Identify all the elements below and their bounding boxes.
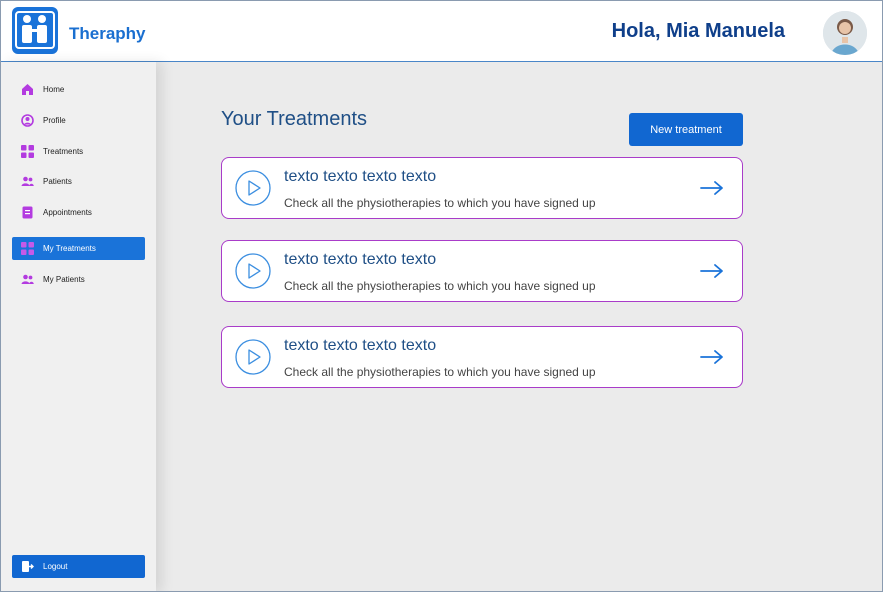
- logo-icon[interactable]: [12, 7, 58, 54]
- logout-icon: [21, 560, 34, 573]
- sidebar-item-label: Profile: [43, 116, 66, 125]
- users-icon: [21, 175, 34, 188]
- sidebar-item-label: Home: [43, 85, 65, 94]
- new-treatment-button[interactable]: New treatment: [629, 113, 743, 146]
- logout-label: Logout: [43, 562, 68, 571]
- sidebar-item-label: Patients: [43, 177, 72, 186]
- top-header: Theraphy Hola, Mia Manuela: [1, 1, 882, 62]
- sidebar-item-appointments[interactable]: Appointments: [12, 201, 145, 224]
- grid-icon: [21, 242, 34, 255]
- play-icon[interactable]: [235, 170, 271, 211]
- treatment-title: texto texto texto texto: [284, 251, 437, 268]
- brand-name: Theraphy: [69, 24, 146, 43]
- app-window: Theraphy Hola, Mia Manuela Home Profile: [0, 0, 883, 592]
- arrow-right-icon[interactable]: [700, 349, 724, 370]
- treatment-card[interactable]: texto texto texto texto Check all the ph…: [221, 326, 743, 388]
- sidebar-item-my-patients[interactable]: My Patients: [12, 268, 145, 291]
- avatar[interactable]: [823, 11, 867, 55]
- treatment-card[interactable]: texto texto texto texto Check all the ph…: [221, 157, 743, 219]
- play-icon[interactable]: [235, 253, 271, 294]
- sidebar-item-label: My Treatments: [43, 244, 96, 253]
- sidebar-item-label: Treatments: [43, 147, 84, 156]
- arrow-right-icon[interactable]: [700, 263, 724, 284]
- sidebar-item-label: Appointments: [43, 208, 92, 217]
- treatment-title: texto texto texto texto: [284, 337, 437, 354]
- document-icon: [21, 206, 34, 219]
- sidebar-item-home[interactable]: Home: [12, 78, 145, 101]
- treatment-title: texto texto texto texto: [284, 168, 437, 185]
- logout-button[interactable]: Logout: [12, 555, 145, 578]
- treatment-card[interactable]: texto texto texto texto Check all the ph…: [221, 240, 743, 302]
- sidebar: Home Profile Treatments Patients Appoint: [1, 62, 156, 591]
- treatment-description: Check all the physiotherapies to which y…: [284, 365, 596, 379]
- user-greeting: Hola, Mia Manuela: [611, 20, 785, 42]
- home-icon: [21, 83, 34, 96]
- treatment-description: Check all the physiotherapies to which y…: [284, 279, 596, 293]
- sidebar-item-profile[interactable]: Profile: [12, 109, 145, 132]
- sidebar-item-label: My Patients: [43, 275, 85, 284]
- sidebar-item-patients[interactable]: Patients: [12, 170, 145, 193]
- user-circle-icon: [21, 114, 34, 127]
- sidebar-item-my-treatments[interactable]: My Treatments: [12, 237, 145, 260]
- users-icon: [21, 273, 34, 286]
- sidebar-item-treatments[interactable]: Treatments: [12, 140, 145, 163]
- play-icon[interactable]: [235, 339, 271, 380]
- page-title: Your Treatments: [221, 108, 368, 130]
- treatment-description: Check all the physiotherapies to which y…: [284, 196, 596, 210]
- arrow-right-icon[interactable]: [700, 180, 724, 201]
- grid-icon: [21, 145, 34, 158]
